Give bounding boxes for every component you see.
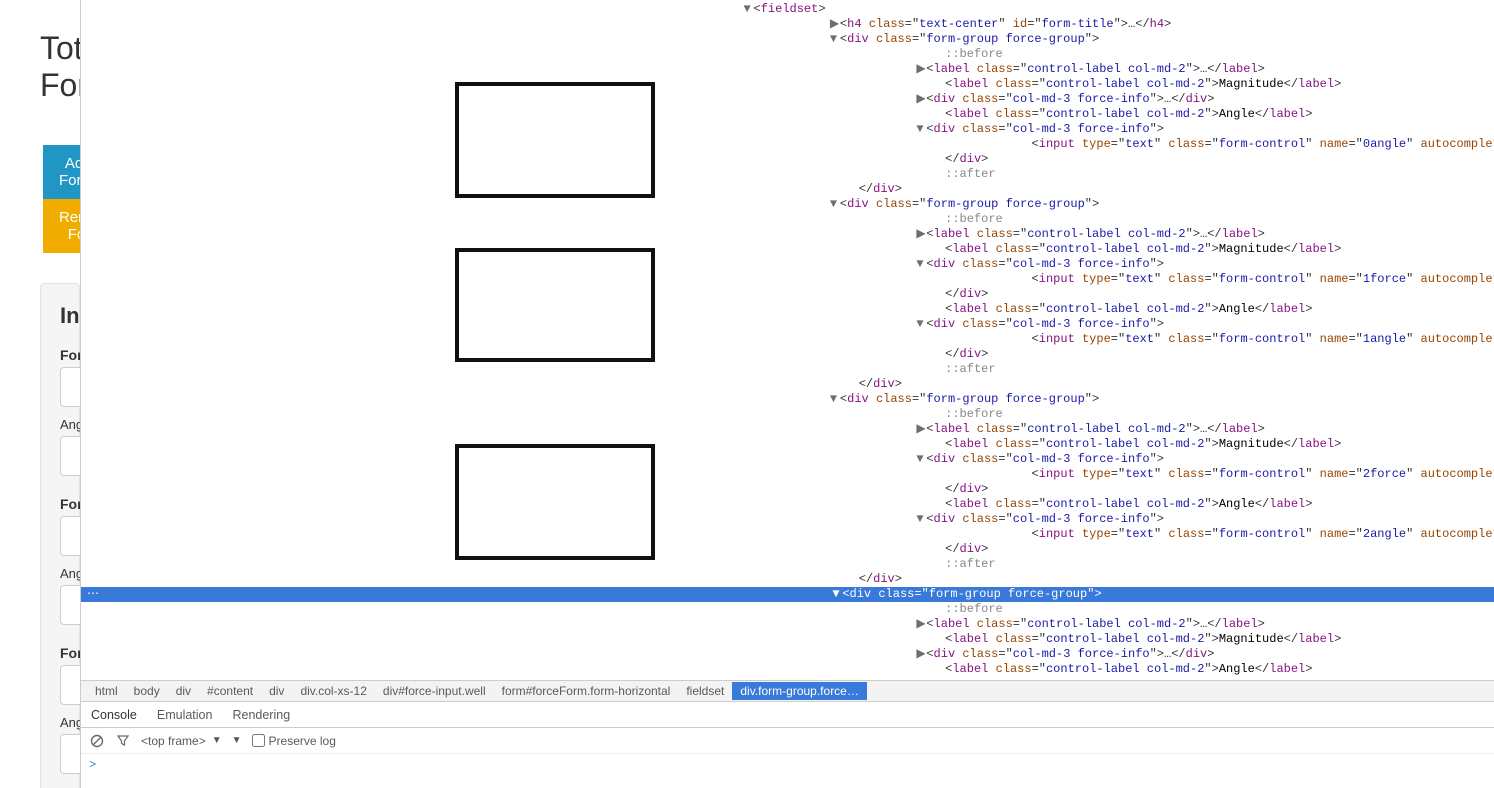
force-1-magnitude-input[interactable]: [60, 367, 80, 407]
tab-emulation[interactable]: Emulation: [147, 704, 223, 726]
preserve-log-label: Preserve log: [269, 734, 336, 748]
force-label: Force 3: [60, 645, 80, 661]
force-3-magnitude-input[interactable]: [60, 665, 80, 705]
clear-console-icon[interactable]: [89, 733, 105, 749]
chevron-down-icon: ▼: [212, 735, 222, 746]
crumb[interactable]: body: [126, 682, 168, 700]
tab-console[interactable]: Console: [81, 704, 147, 726]
frame-select-wrap[interactable]: <top frame> ▼: [141, 734, 222, 748]
crumb[interactable]: form#forceForm.form-horizontal: [494, 682, 679, 700]
app-pane: Total Force Add Force Remove Force Input…: [0, 0, 80, 788]
console-body[interactable]: >: [81, 754, 1494, 788]
console-prompt: >: [89, 758, 96, 772]
breadcrumb[interactable]: html body div #content div div.col-xs-12…: [81, 680, 1494, 702]
force-2-magnitude-input[interactable]: [60, 516, 80, 556]
crumb[interactable]: div: [261, 682, 292, 700]
force-label: Force 2: [60, 496, 80, 512]
crumb[interactable]: div#force-input.well: [375, 682, 494, 700]
force-3-angle-input[interactable]: [60, 734, 80, 774]
force-label: Force 1: [60, 347, 80, 363]
console-drawer-tabs: Console Emulation Rendering: [81, 702, 1494, 728]
console-toolbar: <top frame> ▼ ▼ Preserve log: [81, 728, 1494, 754]
devtools-pane: ▼<fieldset> ▶<h4 class="text-center" id=…: [80, 0, 1494, 788]
crumb-selected[interactable]: div.form-group.force…: [732, 682, 866, 700]
crumb[interactable]: fieldset: [678, 682, 732, 700]
elements-tree[interactable]: ▼<fieldset> ▶<h4 class="text-center" id=…: [81, 0, 1494, 680]
remove-force-button[interactable]: Remove Force: [43, 199, 80, 253]
crumb[interactable]: div.col-xs-12: [292, 682, 374, 700]
force-1-angle-input[interactable]: [60, 436, 80, 476]
tab-rendering[interactable]: Rendering: [222, 704, 300, 726]
filter-icon[interactable]: [115, 733, 131, 749]
add-force-button[interactable]: Add Force: [43, 145, 80, 199]
crumb[interactable]: html: [87, 682, 126, 700]
preserve-log-toggle[interactable]: Preserve log: [252, 734, 336, 748]
frame-select-label: <top frame>: [141, 734, 206, 748]
force-2-angle-input[interactable]: [60, 585, 80, 625]
input-well: Input Force 1 Magnitude Angle Force 2 Ma…: [40, 283, 80, 788]
crumb[interactable]: div: [168, 682, 199, 700]
chevron-down-icon: ▼: [232, 735, 242, 746]
crumb[interactable]: #content: [199, 682, 261, 700]
preserve-log-checkbox[interactable]: [252, 734, 265, 747]
